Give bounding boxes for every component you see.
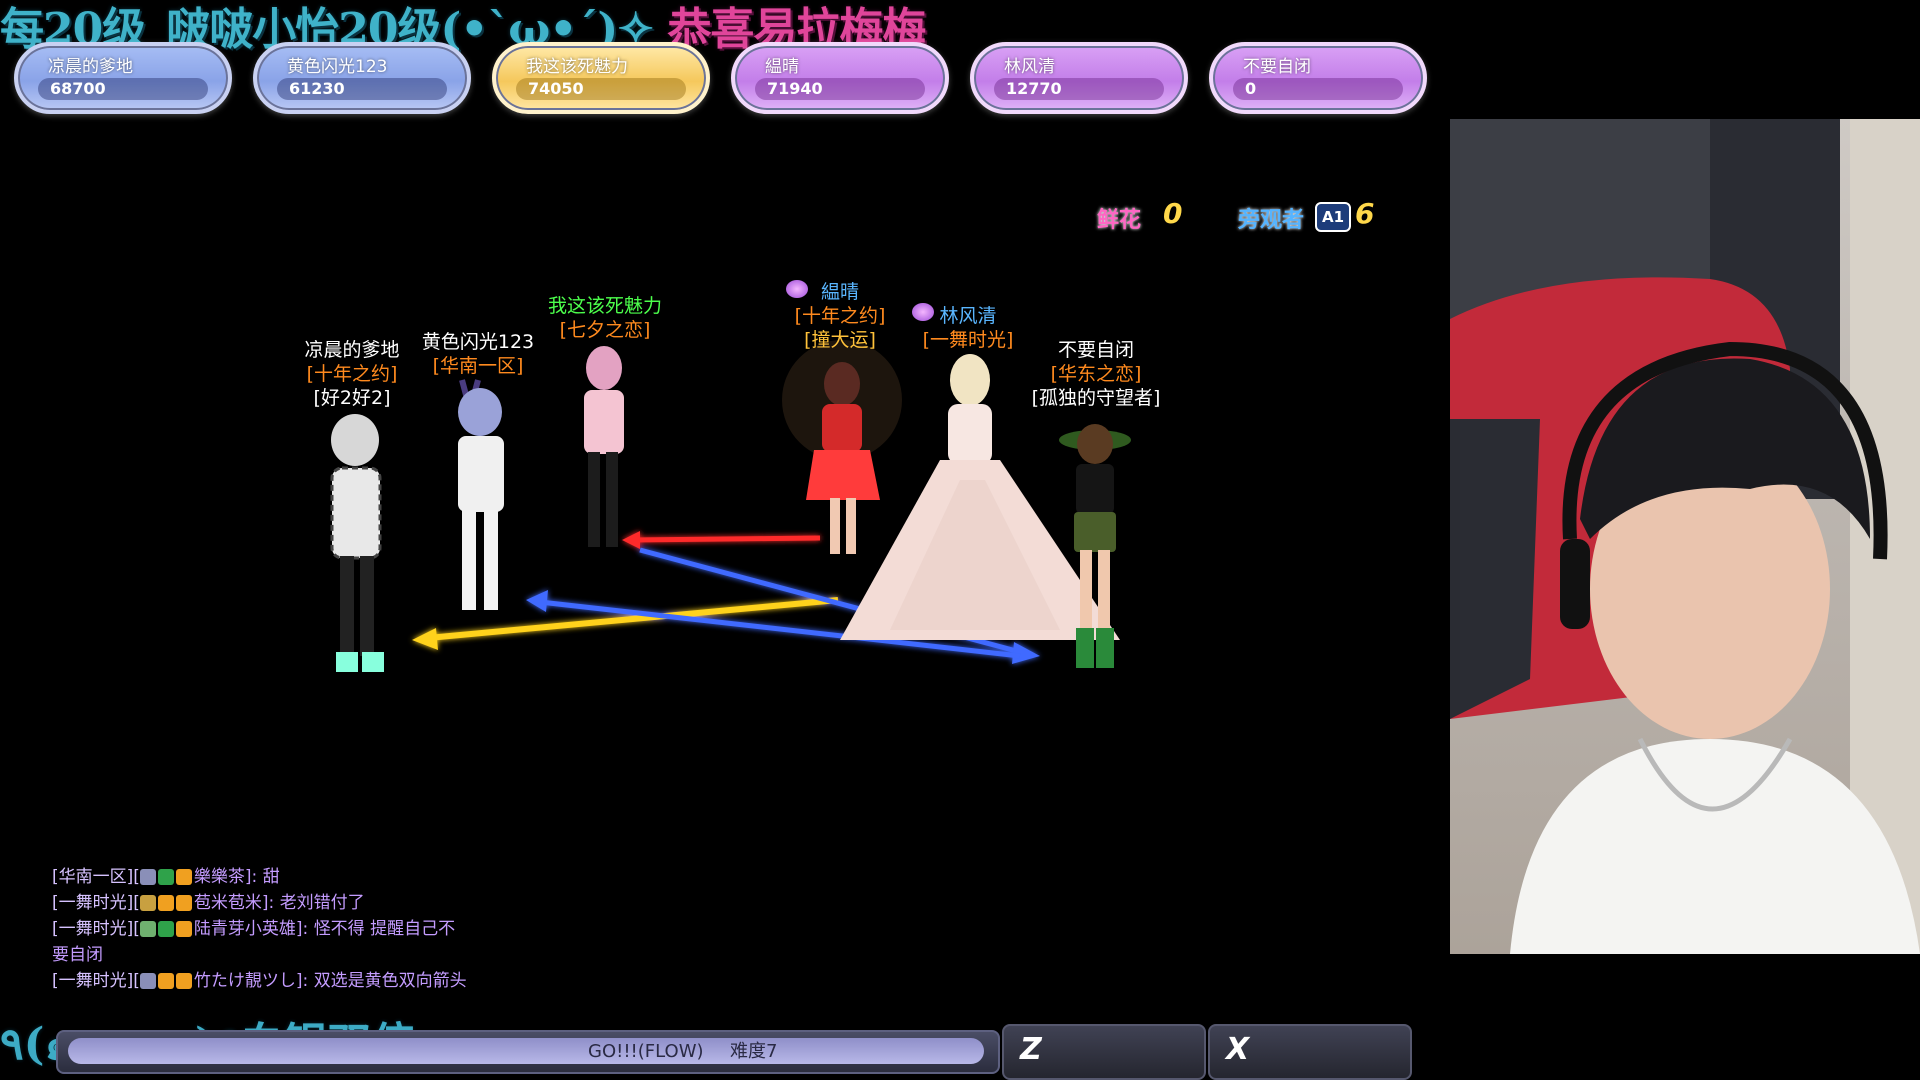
- chat-text: 双选是黄色双向箭头: [313, 971, 467, 991]
- badge-icons: [139, 916, 194, 942]
- avatar-label: 林风清 [一舞时光]: [923, 304, 1014, 352]
- arrow-blue-head: [1012, 642, 1040, 664]
- house-icon: [157, 973, 174, 989]
- avatar-group: [七夕之恋]: [559, 319, 651, 341]
- chat-message: [一舞时光][陆青芽小英雄]: 怪不得 提醒自己不要自闭: [52, 916, 472, 968]
- wing-icon: [139, 869, 156, 885]
- avatar-name: 不要自闭: [1057, 339, 1135, 361]
- chat-message: [一舞时光][ 苞米苞米]: 老刘错付了: [52, 890, 472, 916]
- avatar-group: [华南一区]: [432, 355, 524, 377]
- avatar-label: 不要自闭 [华东之恋] [孤独的守望者]: [1032, 338, 1161, 410]
- avatar-name: 黄色闪光123: [421, 331, 535, 353]
- avatar-name: 我这该死魅力: [547, 295, 663, 317]
- chat-user: 苞米苞米]:: [193, 893, 275, 913]
- badge-icons: [139, 968, 194, 994]
- webcam-scene: [1450, 119, 1920, 954]
- avatar-name: 凉晨的爹地: [304, 339, 400, 361]
- wing-icon: [139, 921, 156, 937]
- house-icon: [157, 895, 174, 911]
- chat-message: [华南一区][ 樂樂茶]: 甜: [52, 864, 472, 890]
- avatar-label: 凉晨的爹地 [十年之约] [好2好2]: [304, 338, 399, 410]
- house-icon: [157, 869, 174, 885]
- badge-icons: [139, 890, 194, 916]
- song-progress-bar: GO!!!(FLOW) 难度7: [56, 1030, 1000, 1074]
- avatar-title: [孤独的守望者]: [1031, 387, 1161, 409]
- key-x-label: X: [1226, 1032, 1250, 1067]
- avatar-group: [华东之恋]: [1050, 363, 1142, 385]
- chat-user: 樂樂茶]:: [193, 867, 258, 887]
- streamer-webcam: [1450, 119, 1920, 954]
- key-z-button[interactable]: Z: [1002, 1024, 1206, 1080]
- medal-icon: [175, 921, 192, 937]
- avatar-title: [好2好2]: [313, 387, 391, 409]
- avatar-label: 我这该死魅力 [七夕之恋]: [548, 294, 662, 342]
- dance-stage: [330, 340, 1131, 672]
- medal-icon: [175, 973, 192, 989]
- chat-user: 竹たけ靚ツし]:: [193, 971, 309, 991]
- song-difficulty: 难度7: [730, 1041, 778, 1062]
- chat-text: 甜: [262, 867, 280, 887]
- avatar-label: 黄色闪光123 [华南一区]: [422, 330, 534, 378]
- avatar-name: 林风清: [939, 305, 997, 327]
- chat-group: [一舞时光][: [52, 919, 140, 939]
- chat-group: [一舞时光][: [52, 893, 140, 913]
- chat-text: 老刘错付了: [279, 893, 365, 913]
- song-progress-fill: [68, 1038, 984, 1064]
- key-z-label: Z: [1020, 1032, 1042, 1067]
- avatar-character[interactable]: [782, 340, 902, 554]
- arrow-red: [631, 535, 821, 543]
- avatar-character[interactable]: [330, 414, 384, 672]
- badge-icons: [139, 864, 194, 890]
- chat-group: [华南一区][: [52, 867, 140, 887]
- avatar-character[interactable]: [584, 346, 624, 547]
- avatar-group: [一舞时光]: [922, 329, 1014, 351]
- chat-user: 陆青芽小英雄]:: [193, 919, 309, 939]
- avatar-character[interactable]: [458, 379, 504, 610]
- avatar-group: [十年之约]: [794, 305, 886, 327]
- arrow-yellow-head: [412, 628, 438, 650]
- arrow-red-head: [622, 531, 640, 549]
- house-icon: [157, 921, 174, 937]
- chat-message: [一舞时光][ 竹たけ靚ツし]: 双选是黄色双向箭头: [52, 968, 472, 994]
- chat-group: [一舞时光][: [52, 971, 140, 991]
- medal-icon: [175, 895, 192, 911]
- avatar-group: [十年之约]: [306, 363, 398, 385]
- chat-log: [华南一区][ 樂樂茶]: 甜 [一舞时光][ 苞米苞米]: 老刘错付了 [一舞时光…: [52, 864, 472, 994]
- arrow-blue-head: [526, 590, 548, 612]
- song-title: GO!!!(FLOW): [588, 1041, 704, 1062]
- wing-icon: [139, 973, 156, 989]
- avatar-title: [撞大运]: [804, 329, 876, 351]
- key-x-button[interactable]: X: [1208, 1024, 1412, 1080]
- avatar-name: 緼晴: [820, 281, 860, 303]
- avatar-label: 緼晴 [十年之约] [撞大运]: [795, 280, 886, 352]
- wing-icon: [139, 895, 156, 911]
- medal-icon: [175, 869, 192, 885]
